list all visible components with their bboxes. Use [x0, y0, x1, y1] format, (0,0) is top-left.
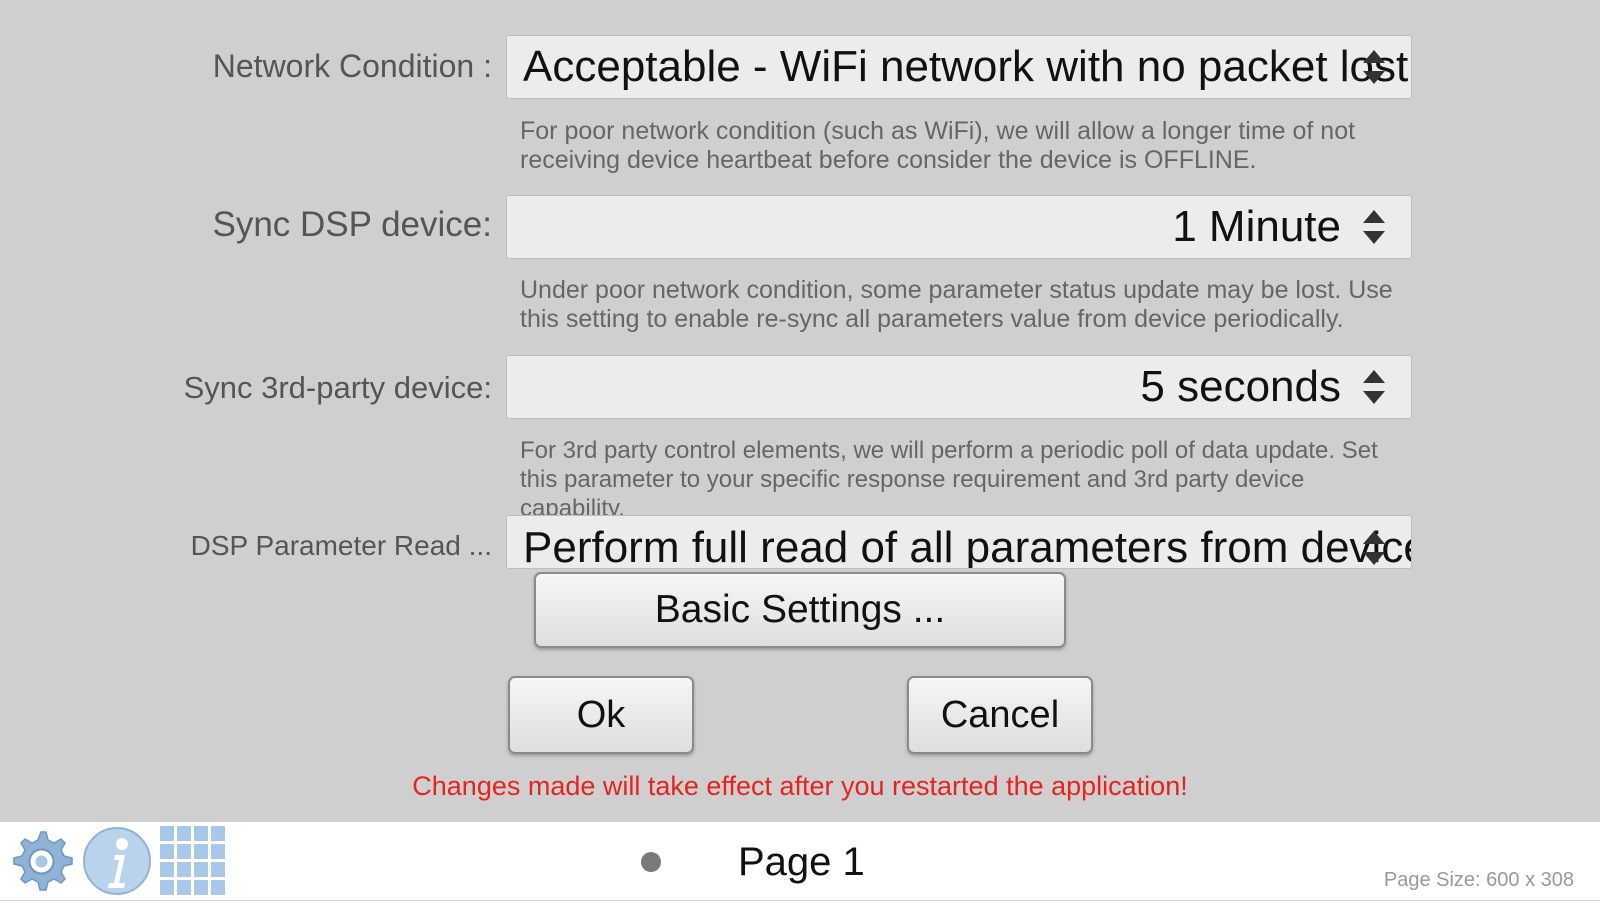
network-condition-help: For poor network condition (such as WiFi… — [520, 117, 1356, 174]
grid-icon[interactable] — [160, 826, 226, 901]
gear-icon[interactable] — [6, 826, 76, 901]
sync-third-party-select[interactable]: 5 seconds — [506, 355, 1412, 419]
network-condition-select[interactable]: Acceptable - WiFi network with no packet… — [506, 35, 1412, 99]
restart-warning: Changes made will take effect after you … — [412, 771, 1188, 801]
basic-settings-button[interactable]: Basic Settings ... — [534, 572, 1066, 648]
up-down-arrows-icon — [1363, 50, 1385, 84]
ok-button[interactable]: Ok — [508, 676, 694, 754]
network-condition-value: Acceptable - WiFi network with no packet… — [523, 42, 1409, 91]
up-down-arrows-icon — [1363, 370, 1385, 404]
dsp-parameter-read-label: DSP Parameter Read ... — [190, 530, 492, 561]
page-label: Page 1 — [738, 840, 865, 884]
sync-dsp-select[interactable]: 1 Minute — [506, 195, 1412, 259]
dsp-parameter-read-value: Perform full read of all parameters from… — [523, 523, 1412, 569]
info-icon[interactable] — [82, 826, 152, 901]
up-down-arrows-icon — [1363, 531, 1385, 565]
sync-dsp-help: Under poor network condition, some param… — [520, 276, 1393, 333]
up-down-arrows-icon — [1363, 210, 1385, 244]
sync-third-party-value: 5 seconds — [1140, 362, 1341, 411]
network-condition-label: Network Condition : — [212, 48, 492, 84]
settings-panel: Network Condition : Acceptable - WiFi ne… — [0, 0, 1600, 822]
sync-dsp-value: 1 Minute — [1172, 202, 1341, 251]
page-size-label: Page Size: 600 x 308 — [1383, 869, 1574, 891]
cancel-button[interactable]: Cancel — [907, 676, 1093, 754]
page-indicator-dot[interactable] — [641, 852, 661, 872]
dsp-parameter-read-select[interactable]: Perform full read of all parameters from… — [506, 515, 1412, 569]
sync-third-party-label: Sync 3rd-party device: — [183, 370, 492, 405]
sync-dsp-label: Sync DSP device: — [212, 205, 493, 244]
sync-third-party-help: For 3rd party control elements, we will … — [520, 437, 1378, 522]
